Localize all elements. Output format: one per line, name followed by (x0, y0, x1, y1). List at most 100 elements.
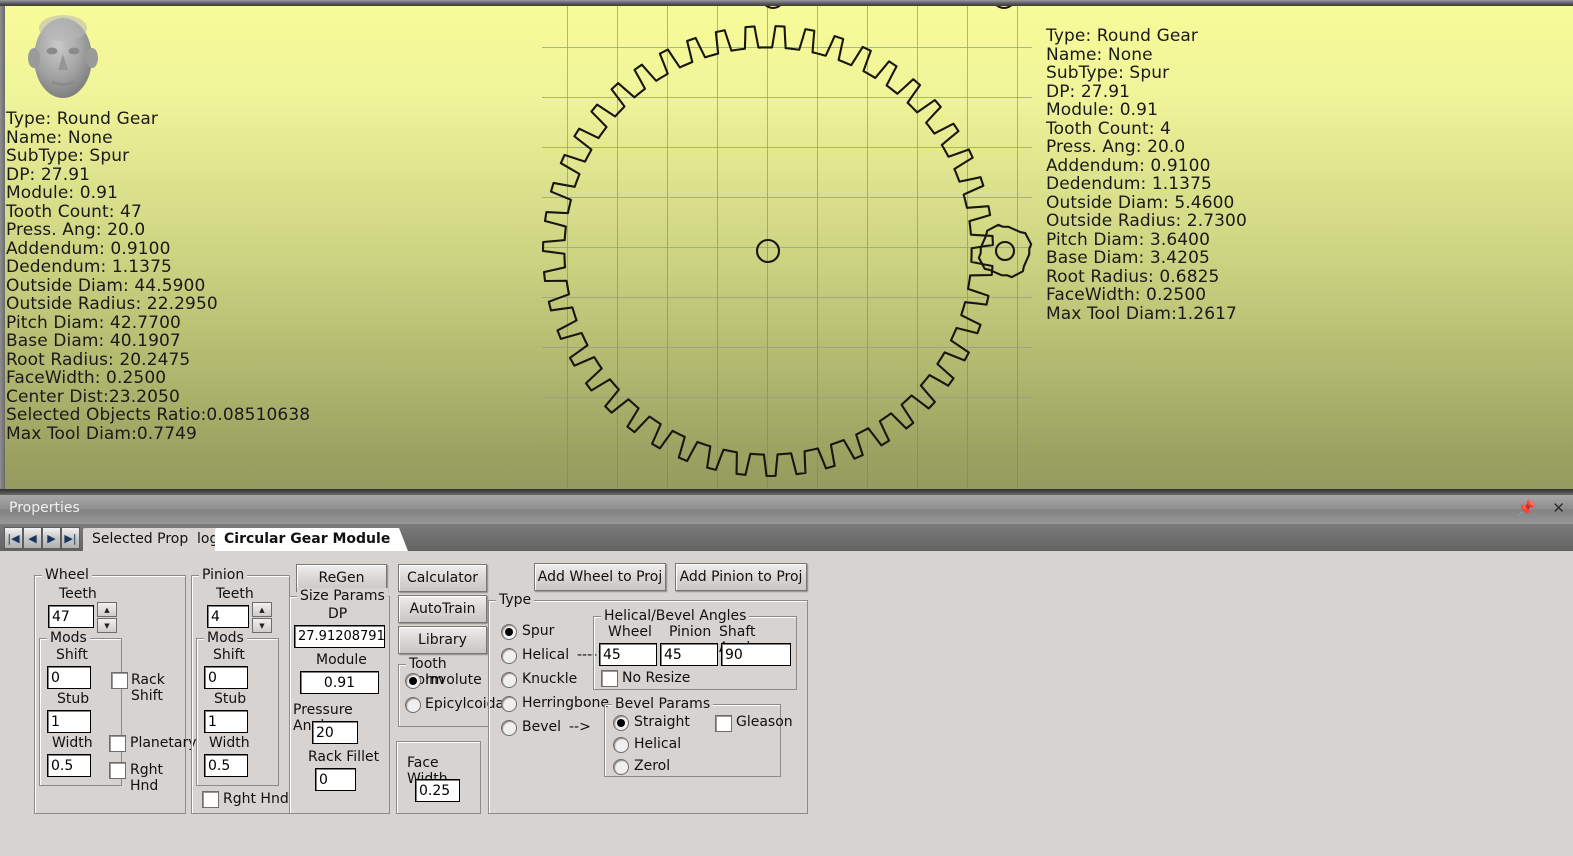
pinion-group-label: Pinion (199, 567, 248, 583)
wheel-width-label: Width (52, 735, 93, 751)
pinion-mods-label: Mods (204, 630, 247, 646)
tooth-form-radio-involute[interactable] (405, 673, 421, 689)
type-radio-helical[interactable] (501, 648, 517, 664)
gear-drawing (541, 0, 1033, 478)
module-label: Module (316, 652, 367, 668)
pinion-stub-input[interactable]: 1 (204, 710, 248, 733)
autotrain-button[interactable]: AutoTrain (398, 595, 487, 623)
rack-shift-label: Rack Shift (131, 672, 165, 704)
tooth-form-group: Tooth Form Involute Epicylcoidal (398, 656, 508, 727)
tooth-form-radio-epicylcoidal[interactable] (405, 697, 421, 713)
pinion-width-label: Width (209, 735, 250, 751)
pinion-info-readout: Type: Round Gear Name: None SubType: Spu… (1046, 26, 1247, 324)
type-label-bevel: Bevel (522, 719, 562, 735)
gleason-label: Gleason (736, 714, 793, 730)
calculator-button[interactable]: Calculator (398, 564, 487, 592)
wheel-group-label: Wheel (42, 567, 92, 583)
stepper-down-icon[interactable]: ▼ (252, 618, 272, 633)
stepper-down-icon[interactable]: ▼ (97, 618, 117, 633)
bevel-radio-zerol[interactable] (613, 759, 629, 775)
face-width-group: Face Width 0.25 (396, 741, 481, 814)
add-pinion-to-proj-button[interactable]: Add Pinion to Proj (675, 563, 807, 591)
add-wheel-to-proj-button[interactable]: Add Wheel to Proj (534, 563, 666, 591)
type-radio-spur[interactable] (501, 624, 517, 640)
hba-pinion-label: Pinion (669, 624, 712, 640)
wheel-group: Wheel Teeth 47 ▲ ▼ Mods Shift 0 Stub 1 W… (34, 567, 197, 814)
pinion-teeth-stepper[interactable]: ▲ ▼ (252, 602, 272, 634)
circular-gear-module-panel: Wheel Teeth 47 ▲ ▼ Mods Shift 0 Stub 1 W… (0, 551, 1573, 856)
pinion-teeth-input[interactable]: 4 (207, 605, 249, 628)
wheel-teeth-stepper[interactable]: ▲ ▼ (97, 602, 117, 634)
type-label-helical: Helical (522, 647, 570, 663)
library-button[interactable]: Library (398, 626, 487, 654)
planetary-label: Planetary (130, 735, 197, 751)
nav-first-button[interactable]: |◀ (4, 527, 23, 549)
wheel-shift-input[interactable]: 0 (47, 666, 91, 689)
bevel-label-zerol: Zerol (634, 758, 671, 774)
rack-fillet-input[interactable]: 0 (315, 768, 356, 791)
pin-icon[interactable]: 📌 (1517, 499, 1536, 517)
pinion-shift-input[interactable]: 0 (204, 666, 248, 689)
wheel-stub-input[interactable]: 1 (47, 710, 91, 733)
type-radio-herringbone[interactable] (501, 696, 517, 712)
bevel-params-group: Bevel Params Straight Helical Zerol Glea… (604, 696, 793, 777)
bevel-radio-helical[interactable] (613, 737, 629, 753)
properties-dock: Properties 📌 ✕ |◀ ◀ ▶ ▶| Selected Props … (0, 495, 1573, 856)
pinion-stub-label: Stub (214, 691, 247, 707)
pinion-width-input[interactable]: 0.5 (204, 754, 248, 777)
tab-selected-props[interactable]: Selected Props (83, 528, 214, 551)
pinion-shift-label: Shift (213, 647, 245, 663)
pinion-rght-hnd-checkbox[interactable] (202, 791, 219, 808)
close-icon[interactable]: ✕ (1552, 499, 1565, 517)
rack-fillet-label: Rack Fillet (308, 749, 380, 765)
type-label-herringbone: Herringbone (522, 695, 609, 711)
nav-prev-button[interactable]: ◀ (23, 527, 42, 549)
dp-input[interactable]: 27.91208791 (294, 625, 385, 648)
stepper-up-icon[interactable]: ▲ (97, 602, 117, 617)
wheel-rght-hnd-checkbox[interactable] (109, 762, 126, 779)
head-3d-model-icon (28, 15, 98, 98)
module-input[interactable]: 0.91 (300, 671, 379, 694)
pinion-teeth-label: Teeth (216, 586, 254, 602)
type-group-label: Type (496, 592, 535, 608)
no-resize-label: No Resize (622, 670, 691, 686)
nav-next-button[interactable]: ▶ (42, 527, 61, 549)
pinion-mods-group: Mods Shift 0 Stub 1 Width 0.5 (196, 630, 279, 786)
no-resize-checkbox[interactable] (601, 670, 618, 687)
hba-shaft-angle-input[interactable]: 90 (721, 643, 791, 666)
gear-viewport[interactable]: Type: Round Gear Name: None SubType: Spu… (0, 0, 1573, 495)
hba-wheel-input[interactable]: 45 (599, 643, 657, 666)
viewport-left-border (0, 6, 5, 495)
gleason-checkbox[interactable] (715, 715, 732, 732)
nav-last-button[interactable]: ▶| (61, 527, 80, 549)
size-params-group: Size Params DP 27.91208791 Module 0.91 P… (289, 588, 390, 814)
wheel-info-readout: Type: Round Gear Name: None SubType: Spu… (6, 109, 311, 444)
type-group: Type Spur Helical ----> Knuckle Herringb… (488, 592, 808, 814)
type-radio-knuckle[interactable] (501, 672, 517, 688)
pressure-angle-input[interactable]: 20 (312, 721, 358, 744)
rack-shift-checkbox[interactable] (111, 672, 128, 689)
bevel-params-label: Bevel Params (612, 696, 714, 712)
face-width-input[interactable]: 0.25 (415, 779, 460, 802)
helical-bevel-angles-label: Helical/Bevel Angles (601, 608, 750, 624)
wheel-rght-hnd-label: Rght Hnd (130, 762, 163, 794)
pinion-group: Pinion Teeth 4 ▲ ▼ Mods Shift 0 Stub 1 W… (191, 567, 290, 814)
type-label-knuckle: Knuckle (522, 671, 578, 687)
bevel-label-helical: Helical (634, 736, 682, 752)
stepper-up-icon[interactable]: ▲ (252, 602, 272, 617)
type-radio-bevel[interactable] (501, 720, 517, 736)
dock-title-icons: 📌 ✕ (1505, 499, 1565, 517)
tab-circular-gear-module[interactable]: Circular Gear Module (215, 528, 409, 551)
wheel-teeth-label: Teeth (59, 586, 97, 602)
tab-strip: |◀ ◀ ▶ ▶| Selected Props log Circular Ge… (0, 524, 1573, 551)
wheel-teeth-input[interactable]: 47 (48, 605, 94, 628)
helical-bevel-angles-group: Helical/Bevel Angles Wheel Pinion Shaft … (593, 608, 797, 690)
wheel-width-input[interactable]: 0.5 (47, 754, 91, 777)
hba-pinion-input[interactable]: 45 (660, 643, 718, 666)
size-params-label: Size Params (297, 588, 388, 604)
bevel-label-straight: Straight (634, 714, 690, 730)
viewport-top-border (0, 0, 1573, 6)
dp-label: DP (328, 606, 348, 622)
bevel-radio-straight[interactable] (613, 715, 629, 731)
planetary-checkbox[interactable] (109, 735, 126, 752)
